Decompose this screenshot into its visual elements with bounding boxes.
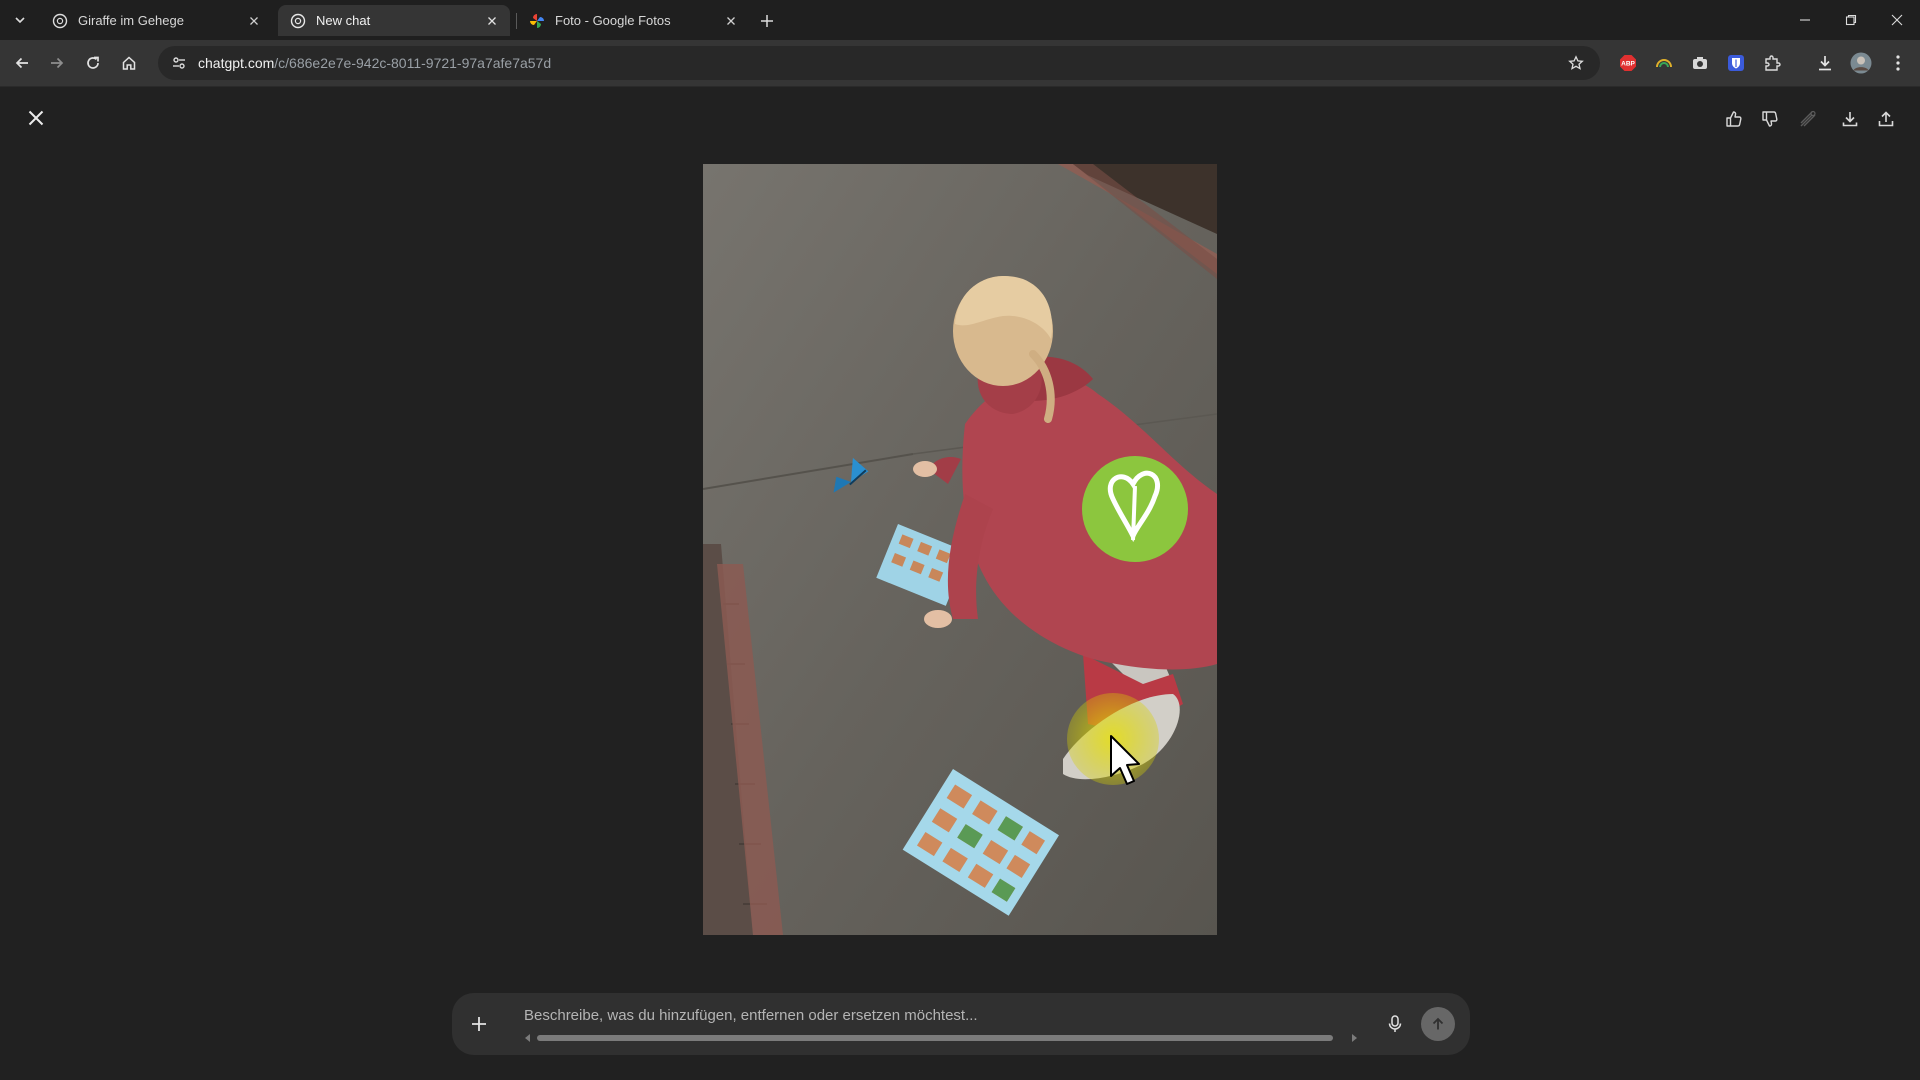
tab-new-chat[interactable]: New chat bbox=[278, 5, 510, 36]
chatgpt-icon bbox=[290, 13, 306, 29]
close-viewer-icon[interactable] bbox=[22, 104, 50, 132]
camera-extension-icon[interactable] bbox=[1688, 51, 1712, 75]
abp-icon[interactable]: ABP bbox=[1616, 51, 1640, 75]
browser-toolbar: chatgpt.com/c/686e2e7e-942c-8011-9721-97… bbox=[0, 40, 1920, 87]
style-icon[interactable] bbox=[1794, 105, 1822, 133]
send-arrow-up-button[interactable] bbox=[1421, 1007, 1455, 1041]
scrollbar-thumb[interactable] bbox=[537, 1035, 1333, 1041]
home-icon[interactable] bbox=[114, 48, 144, 78]
child-with-butterflies-photo bbox=[703, 164, 1217, 935]
site-info-tune-icon[interactable] bbox=[166, 50, 192, 76]
scroll-left-arrow-icon[interactable] bbox=[522, 1032, 534, 1044]
download-icon[interactable] bbox=[1813, 51, 1837, 75]
forward-arrow-icon[interactable] bbox=[42, 48, 72, 78]
url-host: chatgpt.com bbox=[198, 55, 275, 71]
tab-close-icon[interactable] bbox=[723, 13, 739, 29]
download-icon[interactable] bbox=[1836, 105, 1864, 133]
tab-title: New chat bbox=[316, 13, 371, 28]
address-bar[interactable]: chatgpt.com/c/686e2e7e-942c-8011-9721-97… bbox=[158, 46, 1600, 80]
tab-close-icon[interactable] bbox=[246, 13, 262, 29]
thumbs-down-icon[interactable] bbox=[1756, 105, 1784, 133]
tab-title: Giraffe im Gehege bbox=[78, 13, 184, 28]
generated-image[interactable] bbox=[703, 164, 1217, 935]
tab-close-icon[interactable] bbox=[484, 13, 500, 29]
bookmark-star-icon[interactable] bbox=[1564, 51, 1588, 75]
minimize-icon[interactable] bbox=[1782, 0, 1828, 40]
tab-google-fotos[interactable]: Foto - Google Fotos bbox=[517, 5, 749, 36]
new-tab-plus-icon[interactable] bbox=[754, 8, 780, 34]
chatgpt-icon bbox=[52, 13, 68, 29]
restore-icon[interactable] bbox=[1828, 0, 1874, 40]
window-close-icon[interactable] bbox=[1874, 0, 1920, 40]
kebab-menu-icon[interactable] bbox=[1886, 51, 1910, 75]
browser-tab-strip: Giraffe im Gehege New chat Foto - Google… bbox=[0, 0, 1920, 40]
add-attachment-plus-icon[interactable] bbox=[464, 1009, 494, 1039]
prompt-horizontal-scrollbar[interactable] bbox=[522, 1032, 1362, 1044]
thumbs-up-icon[interactable] bbox=[1720, 105, 1748, 133]
share-icon[interactable] bbox=[1872, 105, 1900, 133]
url-text: chatgpt.com/c/686e2e7e-942c-8011-9721-97… bbox=[198, 55, 551, 71]
tab-giraffe-im-gehege[interactable]: Giraffe im Gehege bbox=[40, 5, 272, 36]
tab-title: Foto - Google Fotos bbox=[555, 13, 671, 28]
back-arrow-icon[interactable] bbox=[7, 48, 37, 78]
microphone-icon[interactable] bbox=[1379, 1008, 1411, 1040]
edit-prompt-input[interactable] bbox=[522, 1003, 1326, 1027]
svg-text:ABP: ABP bbox=[1621, 61, 1635, 68]
profile-avatar-icon[interactable] bbox=[1849, 51, 1873, 75]
google-photos-icon bbox=[529, 13, 545, 29]
reload-icon[interactable] bbox=[78, 48, 108, 78]
tab-search-chevron-icon[interactable] bbox=[8, 8, 32, 32]
edit-prompt-composer bbox=[452, 993, 1470, 1055]
url-path: /c/686e2e7e-942c-8011-9721-97a7afe7a57d bbox=[274, 55, 552, 71]
rainbow-extension-icon[interactable] bbox=[1652, 51, 1676, 75]
puzzle-extensions-icon[interactable] bbox=[1760, 51, 1784, 75]
bitwarden-shield-icon[interactable] bbox=[1724, 51, 1748, 75]
scroll-right-arrow-icon[interactable] bbox=[1348, 1032, 1360, 1044]
